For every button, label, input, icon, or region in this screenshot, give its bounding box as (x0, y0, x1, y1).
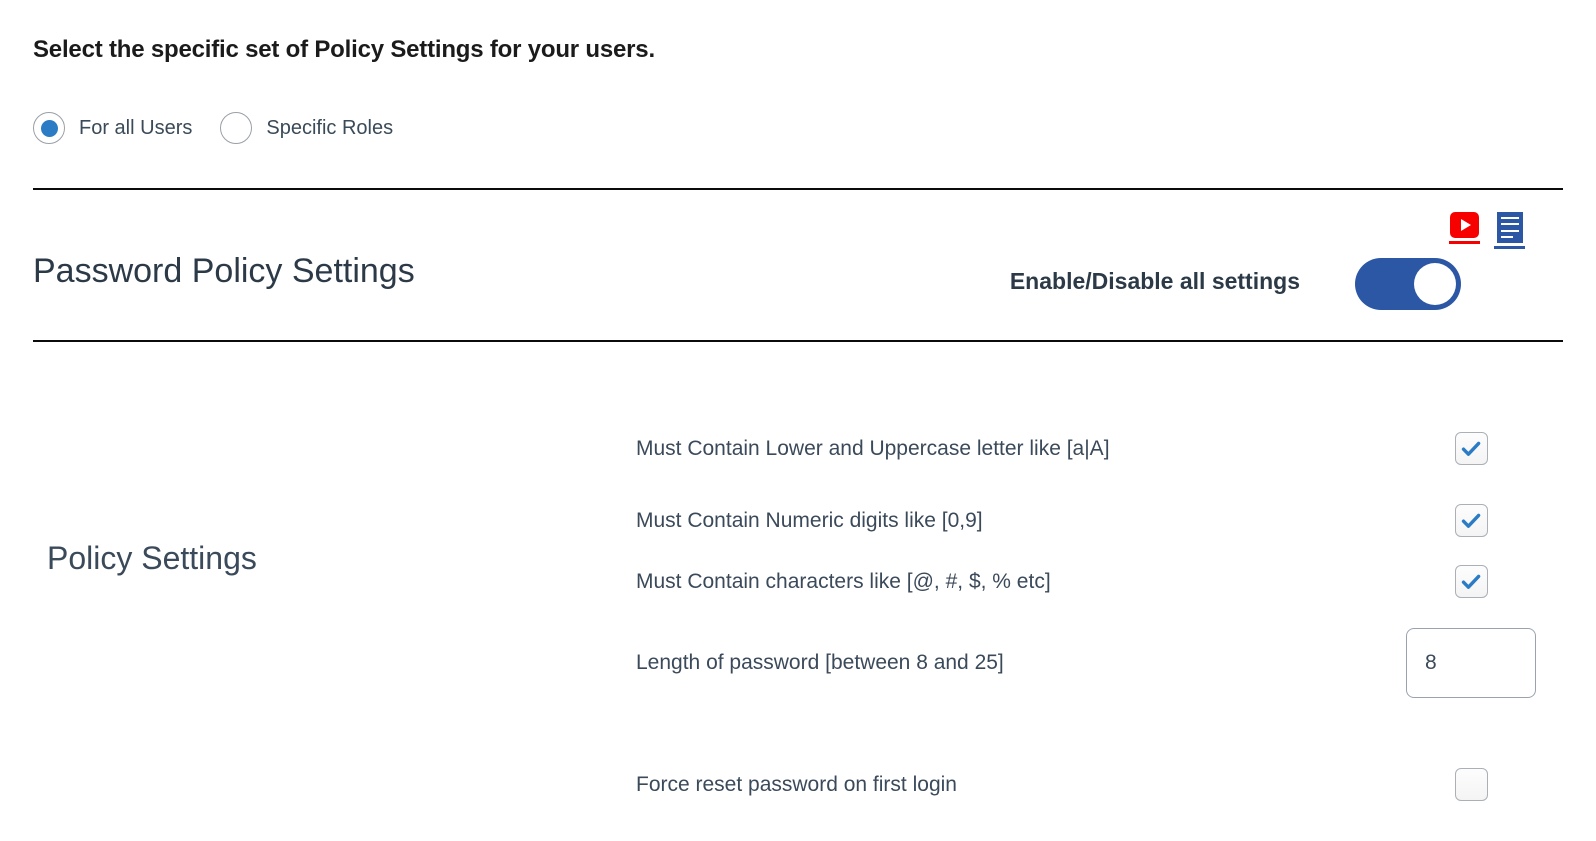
table-row: Must Contain Numeric digits like [0,9] (636, 504, 1536, 537)
radio-label-for-all-users: For all Users (79, 116, 193, 139)
documentation-button[interactable] (1494, 212, 1525, 249)
radio-option-for-all-users[interactable]: For all Users (33, 112, 192, 144)
page-title: Select the specific set of Policy Settin… (33, 36, 655, 63)
enable-all-label: Enable/Disable all settings (1009, 268, 1300, 294)
policy-settings-list: Must Contain Lower and Uppercase letter … (636, 432, 1536, 801)
policy-control-slot (1406, 768, 1536, 801)
checkbox-numeric-digits[interactable] (1454, 504, 1488, 537)
help-icons (1449, 212, 1525, 249)
policy-label-uppercase-lowercase: Must Contain Lower and Uppercase letter … (636, 436, 1110, 460)
policy-label-special-characters: Must Contain characters like [@, #, $, %… (636, 569, 1051, 593)
radio-icon-specific-roles[interactable] (220, 112, 253, 144)
policy-control-slot (1406, 432, 1536, 465)
policy-label-password-length: Length of password [between 8 and 25] (636, 651, 1004, 675)
document-lines-icon (1496, 212, 1523, 243)
policy-settings-label: Policy Settings (47, 540, 257, 576)
policy-control-slot (1406, 565, 1536, 598)
policy-label-force-reset: Force reset password on first login (636, 772, 957, 796)
radio-label-specific-roles: Specific Roles (266, 116, 394, 139)
password-length-input[interactable] (1406, 628, 1536, 698)
documentation-underline (1494, 246, 1525, 249)
policy-control-slot (1406, 504, 1536, 537)
radio-icon-for-all-users[interactable] (33, 112, 65, 144)
scope-radio-group: For all Users Specific Roles (33, 112, 393, 144)
table-row: Must Contain Lower and Uppercase letter … (636, 432, 1536, 465)
table-row: Must Contain characters like [@, #, $, %… (636, 565, 1536, 598)
video-play-icon (1450, 212, 1479, 238)
radio-option-specific-roles[interactable]: Specific Roles (220, 112, 393, 144)
divider-bottom (33, 340, 1563, 342)
checkbox-force-reset[interactable] (1454, 768, 1488, 801)
table-row: Length of password [between 8 and 25] (636, 628, 1536, 698)
section-title: Password Policy Settings (33, 252, 415, 290)
enable-all-toggle[interactable] (1355, 258, 1461, 310)
toggle-knob (1414, 263, 1456, 305)
table-row: Force reset password on first login (636, 768, 1536, 801)
policy-label-numeric-digits: Must Contain Numeric digits like [0,9] (636, 508, 983, 532)
video-tutorial-button[interactable] (1449, 212, 1480, 244)
policy-control-slot (1406, 628, 1536, 698)
video-underline (1449, 241, 1480, 244)
checkbox-uppercase-lowercase[interactable] (1454, 432, 1488, 465)
checkbox-special-characters[interactable] (1454, 565, 1488, 598)
divider-top (33, 188, 1563, 190)
